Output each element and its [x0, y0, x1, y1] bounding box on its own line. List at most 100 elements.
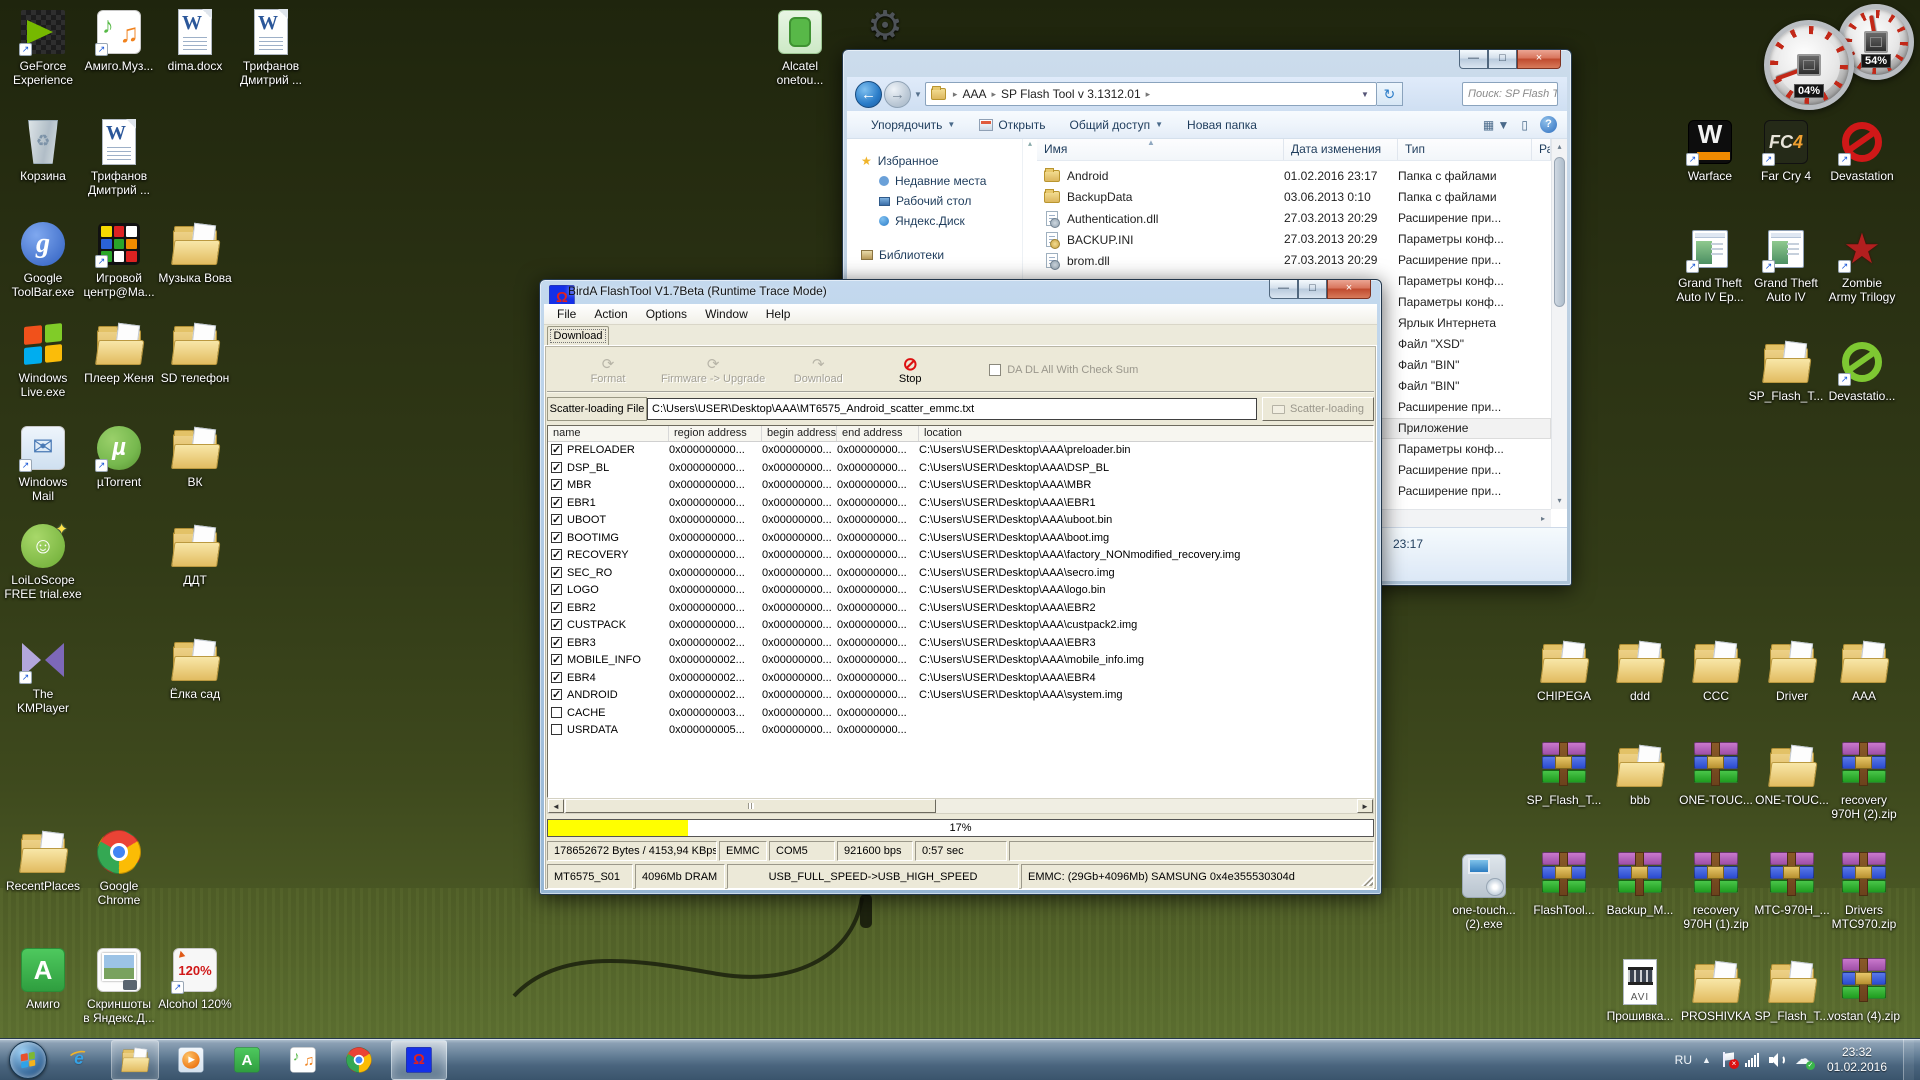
desktop-icon-амиго-муз-[interactable]: ♪♫↗Амиго.Муз... — [76, 8, 162, 73]
scatter-path-input[interactable]: C:\Users\USER\Desktop\AAA\MT6575_Android… — [647, 398, 1257, 420]
nav-desktop[interactable]: Рабочий стол — [847, 191, 1022, 211]
desktop-icon-one-touch-[interactable]: one-touch...(2).exe — [1441, 852, 1527, 931]
file-row-backupdata[interactable]: BackupData03.06.2013 0:10Папка с файлами — [1037, 187, 1551, 208]
taskbar-chrome[interactable] — [335, 1040, 383, 1080]
firmware-upgrade-button[interactable]: ⟳ Firmware -> Upgrade — [661, 356, 765, 385]
format-button[interactable]: ⟳ Format — [569, 356, 647, 385]
desktop-icon-loiloscope[interactable]: ☺✦LoiLoScopeFREE trial.exe — [0, 522, 86, 601]
scroll-down-icon[interactable]: ▾ — [1552, 493, 1567, 509]
language-indicator[interactable]: RU — [1675, 1053, 1692, 1067]
row-checkbox[interactable] — [551, 654, 562, 665]
column-size[interactable]: Раз... — [1532, 139, 1551, 160]
row-checkbox[interactable] — [551, 602, 562, 613]
menu-help[interactable]: Help — [757, 305, 800, 323]
menu-window[interactable]: Window — [696, 305, 757, 323]
help-button[interactable]: ? — [1540, 116, 1557, 133]
start-button[interactable] — [9, 1041, 47, 1079]
breadcrumb-folder[interactable]: SP Flash Tool v 3.1312.01 — [1001, 87, 1141, 101]
desktop-icon-dima-docx[interactable]: Wdima.docx — [152, 8, 238, 73]
desktop-icon-alcohol-120-[interactable]: 120%▲↗Alcohol 120% — [152, 946, 238, 1011]
file-row-android[interactable]: Android01.02.2016 23:17Папка с файлами — [1037, 166, 1551, 187]
col-location[interactable]: location — [919, 426, 1373, 441]
menu-options[interactable]: Options — [637, 305, 696, 323]
desktop-icon-alcatel[interactable]: Alcatelonetou... — [757, 8, 843, 87]
row-checkbox[interactable] — [551, 567, 562, 578]
views-button[interactable]: ▦ ▼ — [1483, 118, 1510, 132]
nav-recent-places[interactable]: Недавние места — [847, 171, 1022, 191]
partition-row-mobile_info[interactable]: MOBILE_INFO0x000000002...0x00000000...0x… — [548, 652, 1373, 670]
row-checkbox[interactable] — [551, 584, 562, 595]
scroll-right-icon[interactable]: ► — [1357, 799, 1373, 813]
nav-libraries[interactable]: Библиотеки — [847, 245, 1022, 265]
desktop-icon-devastation[interactable]: ↗Devastation — [1819, 118, 1905, 183]
desktop-icon-музыка-вова[interactable]: Музыка Вова — [152, 220, 238, 285]
forward-button[interactable]: → — [884, 81, 911, 108]
desktop-icon-chipega[interactable]: CHIPEGA — [1521, 638, 1607, 703]
address-dropdown-icon[interactable]: ▼ — [1354, 90, 1376, 99]
desktop-icon-grand-theft[interactable]: ↗Grand TheftAuto IV — [1743, 225, 1829, 304]
row-checkbox[interactable] — [551, 479, 562, 490]
scrollbar-thumb[interactable] — [1554, 157, 1565, 307]
desktop-icon-google[interactable]: GoogleChrome — [76, 828, 162, 907]
scrollbar-thumb[interactable] — [565, 799, 936, 813]
row-checkbox[interactable] — [551, 707, 562, 718]
taskbar-internet-explorer[interactable]: e — [55, 1040, 103, 1080]
desktop-icon-vostan-4-zip[interactable]: vostan (4).zip — [1821, 958, 1907, 1023]
desktop-icon-bbb[interactable]: bbb — [1597, 742, 1683, 807]
row-checkbox[interactable] — [551, 724, 562, 735]
table-horizontal-scrollbar[interactable]: ◄ ► — [547, 798, 1374, 814]
column-type[interactable]: Тип — [1398, 139, 1532, 160]
scroll-left-icon[interactable]: ◄ — [548, 799, 564, 813]
desktop-icon-плеер-женя[interactable]: Плеер Женя — [76, 320, 162, 385]
desktop-icon-sp-flash-t-[interactable]: SP_Flash_T... — [1521, 742, 1607, 807]
desktop-icon-the[interactable]: ↗TheKMPlayer — [0, 636, 86, 715]
cpu-meter-gadget[interactable]: 54% 04% — [1764, 4, 1916, 110]
row-checkbox[interactable] — [551, 462, 562, 473]
partition-row-dsp_bl[interactable]: DSP_BL0x000000000...0x00000000...0x00000… — [548, 460, 1373, 478]
row-checkbox[interactable] — [551, 549, 562, 560]
close-button[interactable]: × — [1517, 50, 1561, 69]
file-row-brom.dll[interactable]: brom.dll27.03.2013 20:29Расширение при..… — [1037, 250, 1551, 271]
partition-row-ebr2[interactable]: EBR20x000000000...0x00000000...0x0000000… — [548, 600, 1373, 618]
desktop-icon-игровой[interactable]: ↗Игровойцентр@Ma... — [76, 220, 162, 299]
taskbar-music-app[interactable]: ♪♫ — [279, 1040, 327, 1080]
search-box[interactable]: Поиск: SP Flash Tool v... — [1462, 82, 1558, 106]
taskbar-media-player[interactable]: ▶ — [167, 1040, 215, 1080]
row-checkbox[interactable] — [551, 444, 562, 455]
partition-row-usrdata[interactable]: USRDATA0x000000005...0x00000000...0x0000… — [548, 722, 1373, 740]
partition-row-ebr4[interactable]: EBR40x000000002...0x00000000...0x0000000… — [548, 670, 1373, 688]
list-vertical-scrollbar[interactable]: ▴ ▾ — [1551, 139, 1567, 509]
desktop-icon-one-touc-[interactable]: ONE-TOUC... — [1673, 742, 1759, 807]
stop-button[interactable]: ⊘ Stop — [871, 356, 949, 385]
partition-row-uboot[interactable]: UBOOT0x000000000...0x00000000...0x000000… — [548, 512, 1373, 530]
column-date[interactable]: Дата изменения — [1284, 139, 1398, 160]
partition-row-custpack[interactable]: CUSTPACK0x000000000...0x00000000...0x000… — [548, 617, 1373, 635]
flashtool-window[interactable]: Ω BirdA FlashTool V1.7Beta (Runtime Trac… — [539, 279, 1382, 895]
clock[interactable]: 23:32 01.02.2016 — [1821, 1045, 1893, 1075]
file-row-authentication.dll[interactable]: Authentication.dll27.03.2013 20:29Расшир… — [1037, 208, 1551, 229]
open-button[interactable]: Открыть — [979, 118, 1045, 132]
partition-row-bootimg[interactable]: BOOTIMG0x000000000...0x00000000...0x0000… — [548, 530, 1373, 548]
action-center-flag-icon[interactable]: × — [1721, 1052, 1735, 1067]
desktop-icon-µtorrent[interactable]: µ↗µTorrent — [76, 424, 162, 489]
desktop-icon-прошивка-[interactable]: AVIПрошивка... — [1597, 958, 1683, 1023]
desktop-icon-ccc[interactable]: CCC — [1673, 638, 1759, 703]
row-checkbox[interactable] — [551, 514, 562, 525]
tray-expand-icon[interactable]: ▲ — [1702, 1055, 1711, 1065]
scatter-loading-button[interactable]: Scatter-loading — [1262, 397, 1374, 421]
row-checkbox[interactable] — [551, 637, 562, 648]
desktop-icon-трифанов[interactable]: WТрифановДмитрий ... — [228, 8, 314, 87]
nav-favorites[interactable]: ★ Избранное — [847, 151, 1022, 171]
desktop-icon-zombie[interactable]: ★↗ZombieArmy Trilogy — [1819, 225, 1905, 304]
desktop-icon-windows[interactable]: WindowsLive.exe — [0, 320, 86, 399]
desktop-icon-ёлка-сад[interactable]: Ёлка сад — [152, 636, 238, 701]
desktop-icon-recentplaces[interactable]: RecentPlaces — [0, 828, 86, 893]
volume-icon[interactable] — [1769, 1053, 1785, 1067]
column-name[interactable]: Имя — [1037, 139, 1284, 160]
desktop-icon-proshivka[interactable]: PROSHIVKA — [1673, 958, 1759, 1023]
desktop-icon-far-cry-4[interactable]: FC4↗Far Cry 4 — [1743, 118, 1829, 183]
partition-row-preloader[interactable]: PRELOADER0x000000000...0x00000000...0x00… — [548, 442, 1373, 460]
new-folder-button[interactable]: Новая папка — [1187, 118, 1257, 132]
partition-row-mbr[interactable]: MBR0x000000000...0x00000000...0x00000000… — [548, 477, 1373, 495]
desktop-icon-devastatio-[interactable]: ↗Devastatio... — [1819, 338, 1905, 403]
